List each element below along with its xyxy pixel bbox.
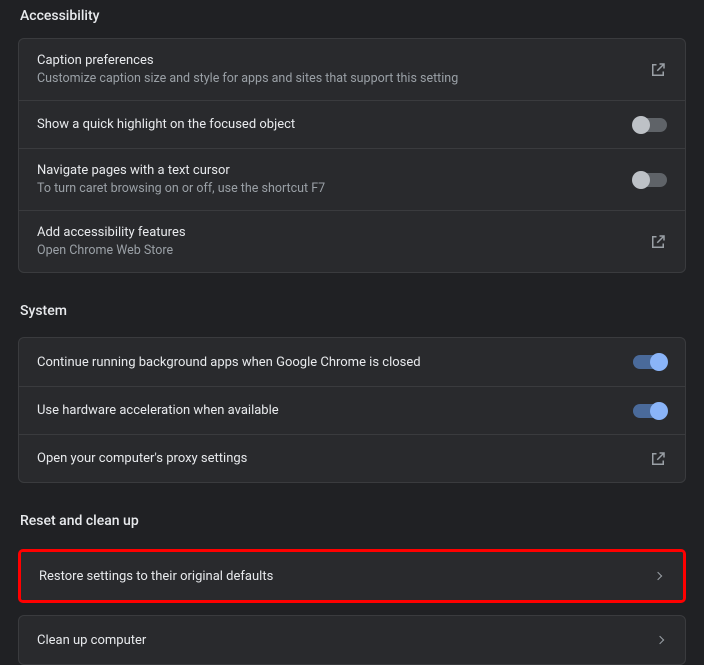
caption-preferences-title: Caption preferences xyxy=(37,53,458,68)
caption-preferences-sub: Customize caption size and style for app… xyxy=(37,71,458,86)
background-apps-row[interactable]: Continue running background apps when Go… xyxy=(19,338,685,386)
external-link-icon[interactable] xyxy=(649,233,667,251)
text-cursor-title: Navigate pages with a text cursor xyxy=(37,163,325,178)
restore-defaults-highlight: Restore settings to their original defau… xyxy=(18,549,686,603)
section-heading-system: System xyxy=(18,273,686,337)
clean-up-title: Clean up computer xyxy=(37,633,146,648)
quick-highlight-toggle[interactable] xyxy=(633,118,667,132)
quick-highlight-row[interactable]: Show a quick highlight on the focused ob… xyxy=(19,100,685,148)
add-accessibility-sub: Open Chrome Web Store xyxy=(37,243,186,258)
external-link-icon[interactable] xyxy=(649,450,667,468)
text-cursor-row[interactable]: Navigate pages with a text cursor To tur… xyxy=(19,148,685,210)
chevron-right-icon xyxy=(657,637,667,643)
section-heading-accessibility: Accessibility xyxy=(18,0,686,38)
clean-up-card: Clean up computer xyxy=(18,615,686,665)
add-accessibility-features-row[interactable]: Add accessibility features Open Chrome W… xyxy=(19,210,685,272)
proxy-settings-title: Open your computer's proxy settings xyxy=(37,451,247,466)
chevron-right-icon xyxy=(655,573,665,579)
clean-up-row[interactable]: Clean up computer xyxy=(19,616,685,664)
external-link-icon[interactable] xyxy=(649,61,667,79)
add-accessibility-title: Add accessibility features xyxy=(37,225,186,240)
background-apps-toggle[interactable] xyxy=(633,355,667,369)
text-cursor-toggle[interactable] xyxy=(633,173,667,187)
hardware-acceleration-title: Use hardware acceleration when available xyxy=(37,403,279,418)
section-heading-reset: Reset and clean up xyxy=(18,483,686,547)
restore-defaults-title: Restore settings to their original defau… xyxy=(39,569,273,584)
background-apps-title: Continue running background apps when Go… xyxy=(37,355,421,370)
hardware-acceleration-row[interactable]: Use hardware acceleration when available xyxy=(19,386,685,434)
proxy-settings-row[interactable]: Open your computer's proxy settings xyxy=(19,434,685,482)
text-cursor-sub: To turn caret browsing on or off, use th… xyxy=(37,181,325,196)
restore-defaults-row[interactable]: Restore settings to their original defau… xyxy=(21,552,683,600)
accessibility-card: Caption preferences Customize caption si… xyxy=(18,38,686,273)
system-card: Continue running background apps when Go… xyxy=(18,337,686,483)
caption-preferences-row[interactable]: Caption preferences Customize caption si… xyxy=(19,39,685,100)
quick-highlight-title: Show a quick highlight on the focused ob… xyxy=(37,117,295,132)
hardware-acceleration-toggle[interactable] xyxy=(633,404,667,418)
